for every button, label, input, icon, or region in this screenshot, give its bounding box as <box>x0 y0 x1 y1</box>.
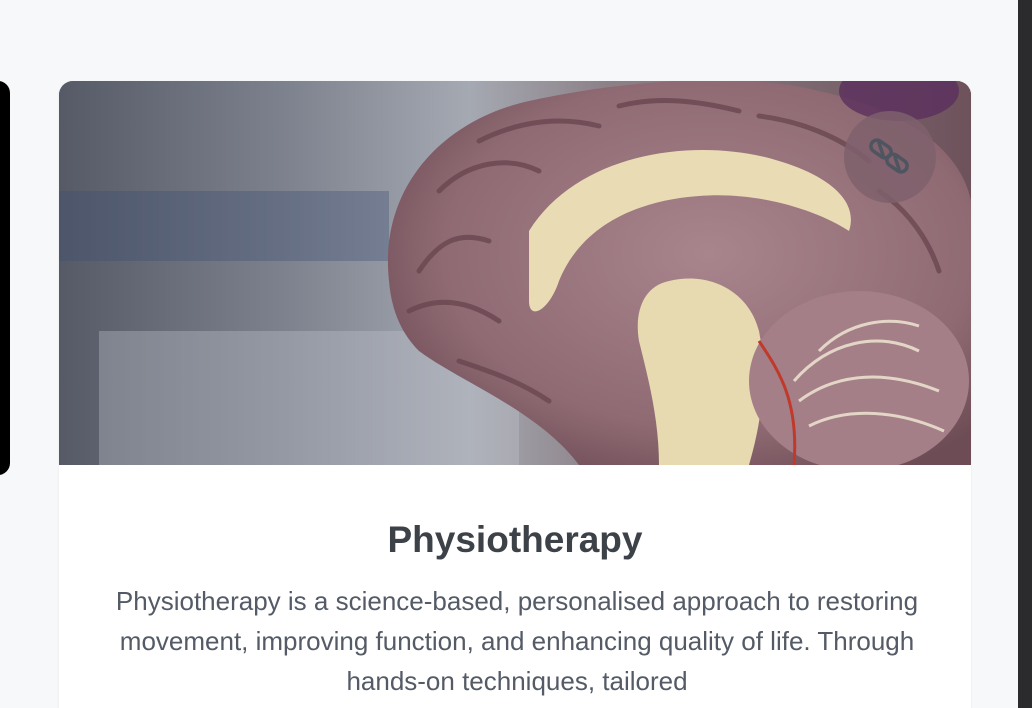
service-description: Physiotherapy is a science-based, person… <box>115 586 919 696</box>
page-viewport: Physiotherapy Physiotherapy is a science… <box>0 0 1032 708</box>
service-title: Physiotherapy <box>387 519 643 560</box>
previous-service-card-edge[interactable] <box>0 81 10 475</box>
service-card[interactable]: Physiotherapy Physiotherapy is a science… <box>59 81 971 708</box>
service-badge <box>844 111 936 203</box>
service-card-body: Physiotherapy Physiotherapy is a science… <box>59 465 971 701</box>
brain-model-illustration <box>59 81 971 465</box>
service-image <box>59 81 971 465</box>
pills-icon <box>866 133 914 181</box>
scrollbar[interactable] <box>1018 0 1032 708</box>
